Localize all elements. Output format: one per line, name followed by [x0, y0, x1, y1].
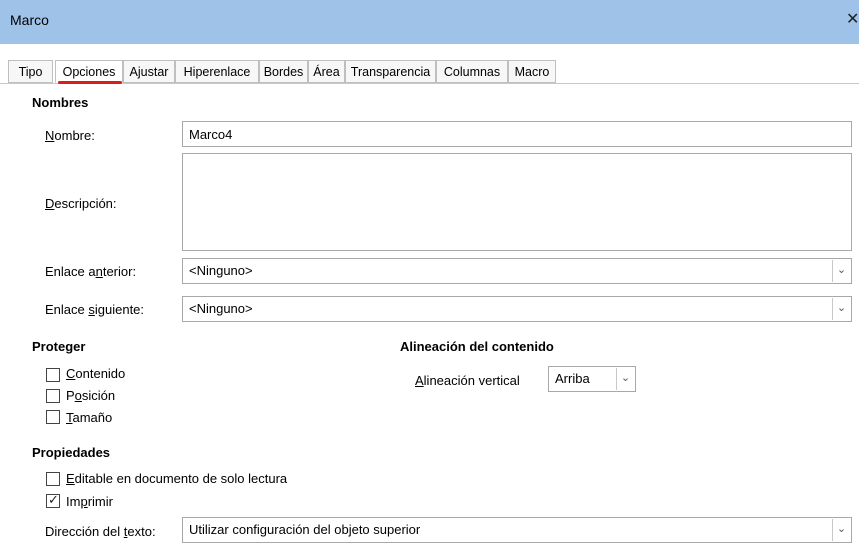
posicion-checkbox[interactable]: [46, 389, 60, 403]
chevron-down-icon[interactable]: ⌄: [832, 260, 850, 282]
descripcion-field[interactable]: [182, 153, 852, 251]
direccion-texto-value: Utilizar configuración del objeto superi…: [189, 522, 421, 537]
enlace-anterior-label: Enlace anterior:: [45, 264, 137, 279]
chevron-down-icon[interactable]: ⌄: [616, 368, 634, 390]
tab-columnas[interactable]: Columnas: [436, 60, 508, 83]
nombre-label: Nombre:: [45, 128, 95, 143]
enlace-siguiente-select[interactable]: <Ninguno> ⌄: [182, 296, 852, 322]
enlace-siguiente-value: <Ninguno>: [189, 301, 253, 316]
imprimir-checkbox[interactable]: ✓: [46, 492, 60, 508]
section-heading-propiedades: Propiedades: [32, 445, 111, 460]
tab-panel-border: [0, 83, 859, 84]
direccion-texto-select[interactable]: Utilizar configuración del objeto superi…: [182, 517, 852, 543]
contenido-label[interactable]: Contenido: [66, 366, 125, 381]
section-heading-nombres: Nombres: [32, 95, 89, 110]
tab-macro[interactable]: Macro: [508, 60, 556, 83]
chevron-down-icon[interactable]: ⌄: [832, 298, 850, 320]
nombre-field[interactable]: [182, 121, 852, 147]
direccion-texto-label: Dirección del texto:: [45, 524, 156, 539]
descripcion-label: Descripción:: [45, 196, 117, 211]
window-title: Marco: [10, 12, 49, 28]
tamano-label[interactable]: Tamaño: [66, 410, 112, 425]
chevron-down-icon[interactable]: ⌄: [832, 519, 850, 541]
alineacion-vertical-label: Alineación vertical: [415, 373, 520, 388]
alineacion-vertical-value: Arriba: [555, 371, 590, 386]
contenido-checkbox[interactable]: [46, 368, 60, 382]
close-icon[interactable]: ✕: [846, 9, 859, 29]
enlace-anterior-select[interactable]: <Ninguno> ⌄: [182, 258, 852, 284]
tab-opciones[interactable]: Opciones: [55, 60, 123, 83]
tab-bordes[interactable]: Bordes: [259, 60, 308, 83]
tab-hiperenlace[interactable]: Hiperenlace: [175, 60, 259, 83]
posicion-label[interactable]: Posición: [66, 388, 115, 403]
imprimir-label[interactable]: Imprimir: [66, 494, 113, 509]
tamano-checkbox[interactable]: [46, 410, 60, 424]
section-heading-alineacion: Alineación del contenido: [400, 339, 554, 354]
enlace-anterior-value: <Ninguno>: [189, 263, 253, 278]
alineacion-vertical-select[interactable]: Arriba ⌄: [548, 366, 636, 392]
tab-ajustar[interactable]: Ajustar: [123, 60, 175, 83]
enlace-siguiente-label: Enlace siguiente:: [45, 302, 145, 317]
active-tab-indicator: [58, 81, 122, 84]
editable-checkbox[interactable]: [46, 472, 60, 486]
tab-tipo[interactable]: Tipo: [8, 60, 53, 83]
title-bar: Marco ✕: [0, 0, 859, 44]
tab-area[interactable]: Área: [308, 60, 345, 83]
section-heading-proteger: Proteger: [32, 339, 86, 354]
editable-label[interactable]: Editable en documento de solo lectura: [66, 471, 287, 486]
checkmark-icon: ✓: [48, 492, 59, 507]
tab-transparencia[interactable]: Transparencia: [345, 60, 436, 83]
